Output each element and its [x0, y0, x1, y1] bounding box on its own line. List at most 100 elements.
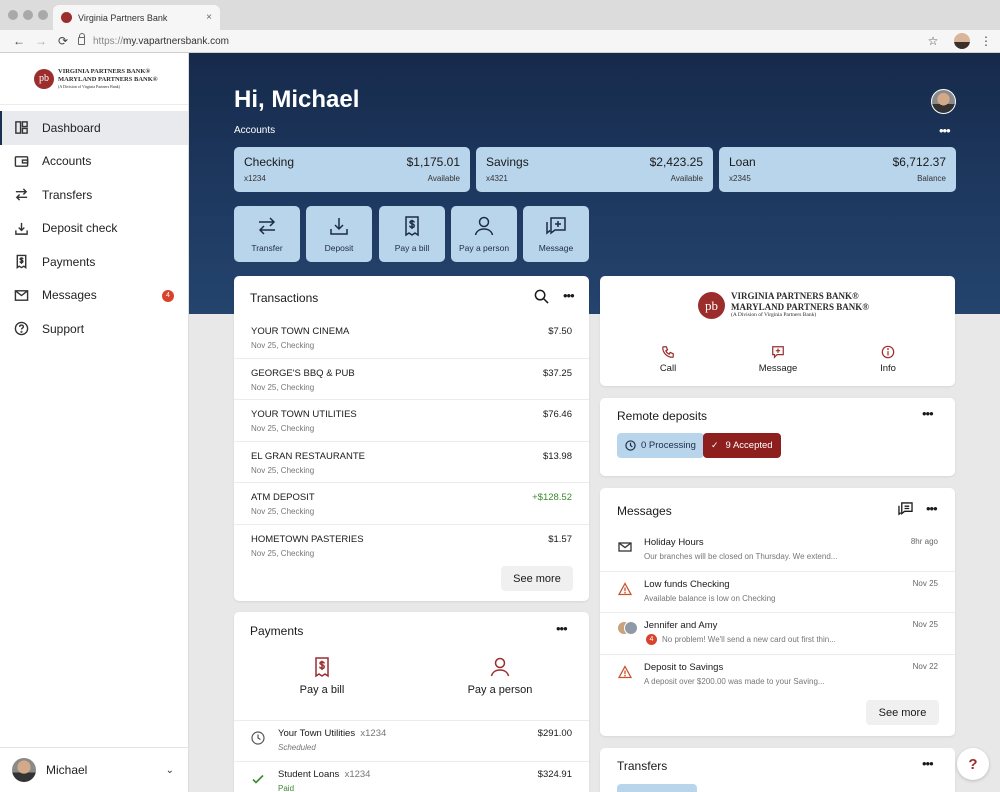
accepted-status-button[interactable]: ✓ 9 Accepted [703, 433, 781, 458]
help-icon [14, 321, 29, 336]
payment-status: Paid [278, 784, 295, 792]
list-item[interactable]: Deposit to Savings A deposit over $200.0… [600, 655, 955, 697]
reload-icon[interactable]: ⟳ [52, 34, 74, 48]
table-row[interactable]: EL GRAN RESTAURANTE Nov 25, Checking $13… [234, 442, 589, 483]
message-time: Nov 22 [912, 661, 938, 671]
table-row[interactable]: ATM DEPOSIT Nov 25, Checking +$128.52 [234, 483, 589, 525]
back-icon[interactable]: ← [8, 34, 30, 48]
sidebar-item-deposit-check[interactable]: Deposit check [0, 212, 188, 246]
transfer-status-pill[interactable] [617, 784, 697, 792]
message-icon [546, 217, 566, 235]
messages-see-more-button[interactable]: See more [866, 700, 939, 725]
browser-tab[interactable]: Virginia Partners Bank × [53, 5, 220, 30]
call-button[interactable]: Call [656, 345, 680, 374]
message-subject: Holiday Hours [644, 537, 704, 548]
payments-title: Payments [250, 624, 304, 638]
transfers-more-icon[interactable]: ••• [922, 756, 934, 771]
sidebar-item-dashboard[interactable]: Dashboard [0, 111, 188, 145]
pay-bill-button[interactable]: Pay a bill [379, 206, 445, 262]
browser-menu-icon[interactable]: ⋮ [980, 34, 992, 48]
pay-person-button[interactable]: Pay a person [451, 206, 517, 262]
transaction-amount: $13.98 [542, 450, 572, 462]
info-button[interactable]: Info [877, 345, 899, 374]
processing-status-button[interactable]: 0 Processing [617, 433, 704, 458]
account-name: Savings [486, 155, 529, 169]
tab-close-icon[interactable]: × [206, 12, 212, 23]
message-preview: Our branches will be closed on Thursday.… [644, 552, 838, 561]
unread-badge: 4 [646, 634, 657, 645]
payment-amount: $291.00 [537, 728, 572, 739]
table-row[interactable]: Student Loans x1234 Paid $324.91 [234, 761, 589, 792]
bank-logo[interactable]: pb VIRGINIA PARTNERS BANK® MARYLAND PART… [0, 53, 188, 105]
payments-more-icon[interactable]: ••• [556, 621, 568, 636]
transaction-name: YOUR TOWN UTILITIES [251, 409, 357, 420]
sidebar-item-accounts[interactable]: Accounts [0, 145, 188, 179]
compose-message-icon[interactable] [898, 502, 913, 516]
transactions-card: Transactions ••• YOUR TOWN CINEMA Nov 25… [234, 276, 589, 601]
contact-message-button[interactable]: Message [756, 345, 800, 374]
group-avatar [617, 621, 639, 639]
transfer-icon [258, 217, 276, 235]
processing-label: 0 Processing [641, 440, 696, 451]
payee-name: Your Town Utilities [278, 728, 356, 739]
account-balance: $6,712.37 [892, 155, 946, 169]
message-subject: Low funds Checking [644, 578, 730, 590]
list-item[interactable]: 4 Jennifer and Amy No problem! We'll sen… [600, 613, 955, 655]
pay-person-link[interactable]: Pay a person [462, 656, 538, 696]
balance-type: Balance [917, 174, 946, 183]
accounts-more-icon[interactable]: ••• [939, 123, 951, 138]
mail-icon [618, 542, 632, 552]
user-menu[interactable]: Michael ⌄ [0, 747, 188, 792]
table-row[interactable]: YOUR TOWN UTILITIES Nov 25, Checking $76… [234, 400, 589, 442]
transactions-more-icon[interactable]: ••• [563, 288, 575, 303]
window-controls[interactable] [8, 10, 48, 20]
account-name: Checking [244, 155, 295, 169]
download-icon [330, 218, 348, 235]
account-card-checking[interactable]: Checking $1,175.01 x1234 Available [234, 147, 470, 192]
table-row[interactable]: GEORGE'S BBQ & PUB Nov 25, Checking $37.… [234, 359, 589, 400]
balance-type: Available [427, 174, 460, 183]
sidebar-item-transfers[interactable]: Transfers [0, 178, 188, 212]
browser-profile-avatar[interactable] [954, 33, 970, 49]
messages-more-icon[interactable]: ••• [926, 501, 938, 516]
transactions-see-more-button[interactable]: See more [501, 566, 573, 591]
help-button[interactable]: ? [957, 748, 989, 780]
sidebar-item-messages[interactable]: Messages 4 [0, 279, 188, 313]
account-card-loan[interactable]: Loan $6,712.37 x2345 Balance [719, 147, 956, 192]
sidebar-item-payments[interactable]: Payments [0, 245, 188, 279]
phone-icon [662, 346, 674, 358]
address-bar-row: ← → ⟳ https:// my.vapartnersbank.com ☆ ⋮ [0, 30, 1000, 53]
messages-title: Messages [617, 504, 672, 518]
transaction-name: ATM DEPOSIT [251, 492, 315, 503]
transfer-label: Transfer [251, 243, 283, 253]
list-item[interactable]: Low funds Checking Available balance is … [600, 572, 955, 613]
forward-icon[interactable]: → [30, 34, 52, 48]
sidebar-item-support[interactable]: Support [0, 312, 188, 346]
account-name: Loan [729, 155, 756, 169]
balance-type: Available [670, 174, 703, 183]
message-preview: Available balance is low on Checking [644, 593, 776, 603]
payee-name: Student Loans [278, 769, 340, 780]
sidebar-item-label: Payments [42, 254, 96, 269]
browser-chrome: Virginia Partners Bank × ← → ⟳ https:// … [0, 0, 1000, 53]
account-card-savings[interactable]: Savings $2,423.25 x4321 Available [476, 147, 713, 192]
remote-deposits-more-icon[interactable]: ••• [922, 406, 934, 421]
info-icon [881, 345, 895, 359]
search-icon[interactable] [534, 289, 549, 304]
account-balance: $2,423.25 [649, 155, 703, 169]
deposit-button[interactable]: Deposit [306, 206, 372, 262]
table-row[interactable]: HOMETOWN PASTERIES Nov 25, Checking $1.5… [234, 525, 589, 567]
table-row[interactable]: Your Town Utilities x1234 Scheduled $291… [234, 720, 589, 761]
page-title: Hi, Michael [234, 86, 360, 113]
profile-avatar[interactable] [931, 89, 956, 114]
transaction-meta: Nov 25, Checking [251, 548, 315, 558]
bookmark-star-icon[interactable]: ☆ [922, 34, 944, 48]
table-row[interactable]: YOUR TOWN CINEMA Nov 25, Checking $7.50 [234, 317, 589, 359]
transfer-button[interactable]: Transfer [234, 206, 300, 262]
url-field[interactable]: https:// my.vapartnersbank.com [78, 33, 922, 47]
sidebar-item-label: Support [42, 321, 85, 336]
pay-bill-link[interactable]: Pay a bill [292, 656, 352, 696]
transaction-meta: Nov 25, Checking [251, 382, 315, 392]
list-item[interactable]: Holiday Hours Our branches will be close… [600, 530, 955, 572]
message-button[interactable]: Message [523, 206, 589, 262]
